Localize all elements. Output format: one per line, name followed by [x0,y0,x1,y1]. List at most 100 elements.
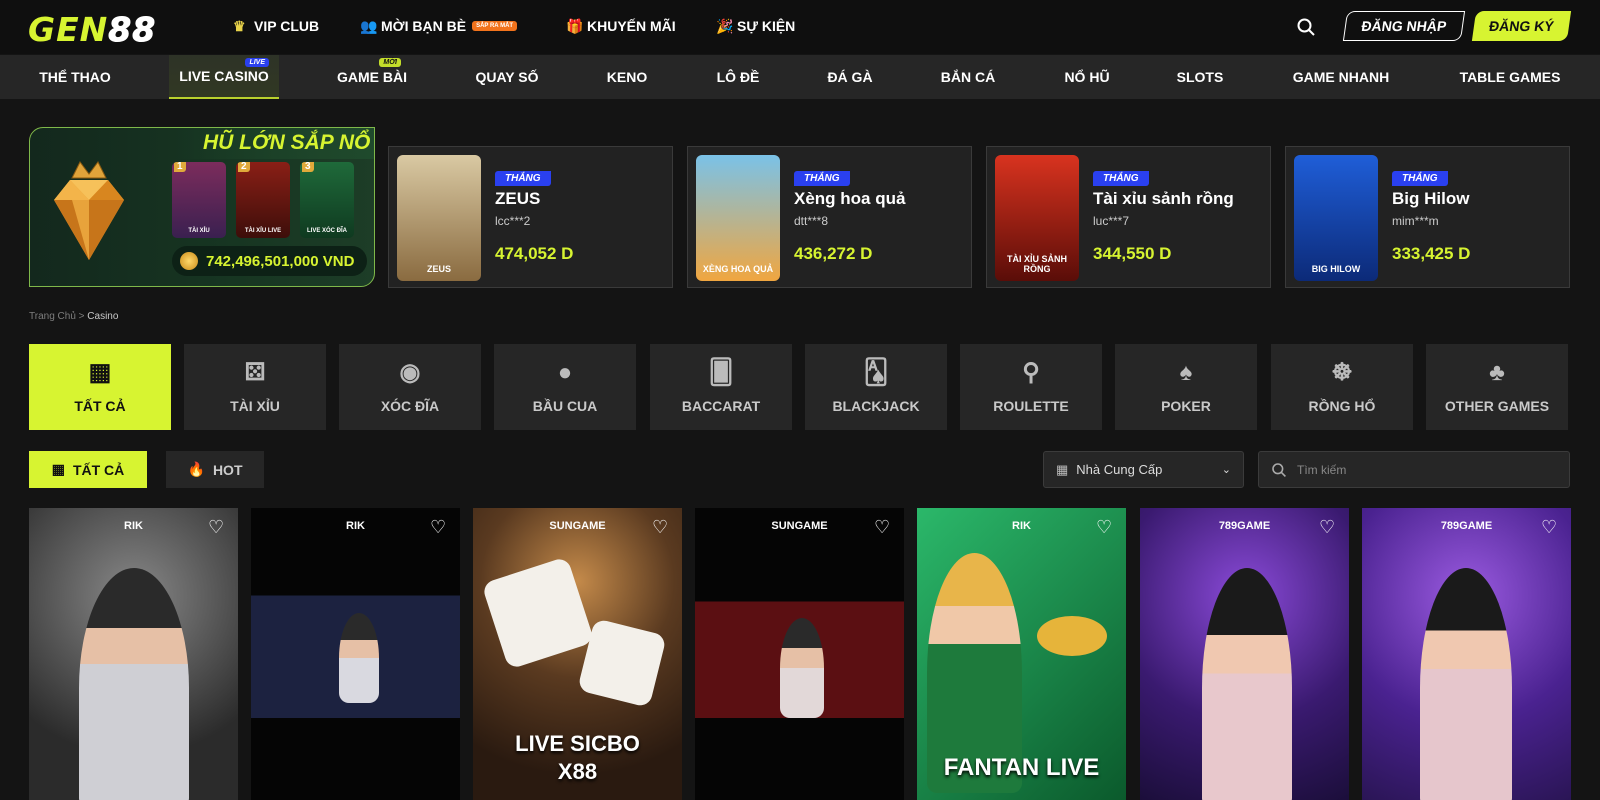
game-title: LIVE SICBO X88 [515,731,640,784]
game-card[interactable]: RIK ♡ [251,508,460,800]
type-poker[interactable]: ♠ POKER [1115,344,1257,430]
cat-ban-ca[interactable]: BẮN CÁ [930,55,1006,99]
cat-no-hu[interactable]: NỔ HŨ [1050,55,1124,99]
dealer-image [1202,568,1292,800]
jackpot-panel: HŨ LỚN SẮP NỔ 1 TÀI XỈU 2 TÀI XỈU LIVE 3… [29,127,375,287]
dealer-image [339,613,379,703]
provider-logo: RIK [1012,520,1031,532]
jackpot-game-3[interactable]: 3 LIVE XÓC ĐĨA [300,162,354,238]
cat-live-casino[interactable]: LIVE LIVE CASINO [169,55,279,99]
type-tai-xiu[interactable]: ⚄ TÀI XỈU [184,344,326,430]
jackpot-title: HŨ LỚN SẮP NỔ [175,128,374,159]
coin-icon [180,252,198,270]
provider-logo: RIK [346,520,365,532]
type-baccarat[interactable]: 🂠 BACCARAT [650,344,792,430]
winner-amount: 474,052 D [495,244,574,263]
roulette-icon: ⚲ [1022,359,1040,386]
jackpot-amount: 742,496,501,000 VND [172,246,367,276]
jackpot-game-2[interactable]: 2 TÀI XỈU LIVE [236,162,290,238]
type-roulette[interactable]: ⚲ ROULETTE [960,344,1102,430]
type-bau-cua[interactable]: ● BẦU CUA [494,344,636,430]
game-card[interactable]: RIK ♡ [29,508,238,800]
new-tag: MỚI [379,58,401,67]
disc-icon: ◉ [399,359,421,386]
breadcrumb-home[interactable]: Trang Chủ [29,311,76,322]
cat-the-thao[interactable]: THỂ THAO [28,55,122,99]
gen88-logo[interactable]: GEN88 [28,10,156,50]
nav-invite-friends[interactable]: 👥 MỜI BẠN BÈ SẮP RA MẮT [360,18,518,34]
cat-game-bai[interactable]: MỚI GAME BÀI [325,55,419,99]
winner-amount: 344,550 D [1093,244,1172,263]
gourd-icon: ● [557,359,573,386]
other-games-icon: ♣ [1489,359,1505,386]
heart-icon[interactable]: ♡ [652,518,672,536]
heart-icon[interactable]: ♡ [874,518,894,536]
poker-icon: ♠ [1179,359,1193,386]
cat-slots[interactable]: SLOTS [1168,55,1232,99]
dealer-image [780,618,824,718]
game-card[interactable]: 789GAME ♡ [1140,508,1349,800]
search-input[interactable]: Tìm kiếm [1258,451,1570,488]
provider-logo: SUNGAME [771,520,828,532]
heart-icon[interactable]: ♡ [1096,518,1116,536]
winner-card[interactable]: TÀI XỈU SẢNH RỒNG THẮNG Tài xỉu sảnh rồn… [986,146,1271,288]
blackjack-icon: 🂡 [863,359,889,386]
cards-icon: 🂠 [708,359,734,386]
cat-game-nhanh[interactable]: GAME NHANH [1285,55,1397,99]
game-thumbnail: BIG HILOW [1294,155,1378,281]
filter-hot-button[interactable]: 🔥 HOT [166,451,264,488]
cat-lo-de[interactable]: LÔ ĐỀ [705,55,771,99]
nav-events[interactable]: 🎉 SỰ KIỆN [716,18,795,34]
fantan-bowl-image [1037,616,1107,656]
heart-icon[interactable]: ♡ [430,518,450,536]
type-blackjack[interactable]: 🂡 BLACKJACK [805,344,947,430]
win-badge: THẮNG [794,171,850,186]
heart-icon[interactable]: ♡ [1541,518,1561,536]
winner-card[interactable]: BIG HILOW THẮNG Big Hilow mim***m 333,42… [1285,146,1570,288]
type-other-games[interactable]: ♣ OTHER GAMES [1426,344,1568,430]
type-rong-ho[interactable]: ☸ RỒNG HỔ [1271,344,1413,430]
type-xoc-dia[interactable]: ◉ XÓC ĐĨA [339,344,481,430]
register-button[interactable]: ĐĂNG KÝ [1471,11,1572,41]
filter-all-button[interactable]: ▦ TẤT CẢ [29,451,147,488]
winner-card[interactable]: XÈNG HOA QUẢ THẮNG Xèng hoa quả dtt***8 … [687,146,972,288]
provider-select[interactable]: ▦ Nhà Cung Cấp ⌄ [1043,451,1244,488]
winner-amount: 333,425 D [1392,244,1471,263]
search-icon [1272,462,1286,477]
search-icon[interactable] [1296,17,1316,37]
category-bar: THỂ THAO LIVE LIVE CASINO MỚI GAME BÀI QUA… [0,55,1600,99]
live-tag: LIVE [245,58,269,67]
chevron-down-icon: ⌄ [1221,464,1231,476]
fire-icon: 🔥 [187,461,205,477]
dice-icon: ⚄ [244,359,266,386]
game-card[interactable]: SUNGAME ♡ LIVE SICBO X88 [473,508,682,800]
type-all[interactable]: ▦ TẤT CẢ [29,344,171,430]
nav-vip-club[interactable]: ♛ VIP CLUB [233,18,319,34]
game-thumbnail: TÀI XỈU SẢNH RỒNG [995,155,1079,281]
provider-logo: RIK [124,520,143,532]
grid-icon: ▦ [88,359,112,386]
jackpot-game-1[interactable]: 1 TÀI XỈU [172,162,226,238]
winner-user: mim***m [1392,214,1439,228]
winner-user: luc***7 [1093,214,1130,228]
winner-amount: 436,272 D [794,244,873,263]
winner-game-name: ZEUS [495,189,541,208]
game-card[interactable]: RIK ♡ FANTAN LIVE [917,508,1126,800]
cat-da-ga[interactable]: ĐÁ GÀ [814,55,886,99]
win-badge: THẮNG [495,171,551,186]
breadcrumb-current: Casino [87,311,119,322]
cat-table-games[interactable]: TABLE GAMES [1454,55,1566,99]
winner-card[interactable]: ZEUS THẮNG ZEUS lcc***2 474,052 D [388,146,673,288]
nav-promotions[interactable]: 🎁 KHUYẾN MÃI [566,18,676,34]
login-button[interactable]: ĐĂNG NHẬP [1342,11,1466,41]
dealer-image [79,568,189,800]
cat-keno[interactable]: KENO [595,55,659,99]
heart-icon[interactable]: ♡ [1319,518,1339,536]
game-card[interactable]: 789GAME ♡ [1362,508,1571,800]
provider-logo: 789GAME [1440,520,1493,532]
cat-quay-so[interactable]: QUAY SỐ [462,55,552,99]
game-card[interactable]: SUNGAME ♡ [695,508,904,800]
heart-icon[interactable]: ♡ [208,518,228,536]
dice-image [577,618,667,708]
party-icon: 🎉 [716,18,734,34]
